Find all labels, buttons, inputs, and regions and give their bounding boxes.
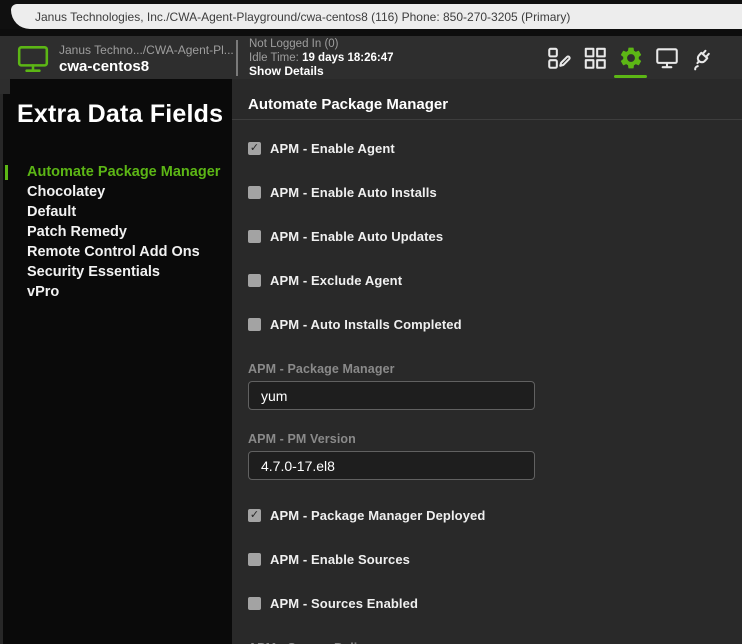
sidebar-item-patch-remedy[interactable]: Patch Remedy bbox=[0, 222, 232, 242]
computer-monitor-icon bbox=[16, 44, 50, 74]
checkbox[interactable] bbox=[248, 553, 261, 566]
checkbox-field-row: APM - Enable Sources bbox=[248, 553, 726, 566]
page-title: Automate Package Manager bbox=[232, 79, 742, 120]
header-toolbar bbox=[545, 44, 716, 71]
fields-form: APM - Enable Agent APM - Enable Auto Ins… bbox=[232, 120, 742, 644]
window-tab-title: Janus Technologies, Inc./CWA-Agent-Playg… bbox=[35, 10, 570, 24]
agent-block: Janus Techno.../CWA-Agent-Pl... cwa-cent… bbox=[16, 43, 234, 75]
settings-gear-icon[interactable] bbox=[617, 44, 644, 71]
checkbox-label: APM - Auto Installs Completed bbox=[270, 317, 462, 332]
logged-in-status: Not Logged In (0) bbox=[249, 38, 394, 52]
sidebar-list: Automate Package Manager Chocolatey Defa… bbox=[0, 162, 232, 302]
checkbox[interactable] bbox=[248, 509, 261, 522]
checkbox-field-row: APM - Enable Auto Installs bbox=[248, 186, 726, 199]
idle-time-label: Idle Time: bbox=[249, 52, 299, 64]
checkbox-field-row: APM - Sources Enabled bbox=[248, 597, 726, 610]
checkbox-label: APM - Package Manager Deployed bbox=[270, 508, 485, 523]
field-label: APM - PM Version bbox=[248, 432, 726, 447]
sidebar-title: Extra Data Fields bbox=[17, 100, 232, 129]
checkbox-label: APM - Enable Sources bbox=[270, 552, 410, 567]
checkbox-label: APM - Enable Auto Updates bbox=[270, 229, 443, 244]
checkbox-label: APM - Enable Auto Installs bbox=[270, 185, 437, 200]
checkbox[interactable] bbox=[248, 230, 261, 243]
status-block: Not Logged In (0) Idle Time: 19 days 18:… bbox=[249, 38, 394, 79]
window-tab[interactable]: Janus Technologies, Inc./CWA-Agent-Playg… bbox=[11, 4, 742, 29]
sidebar-item-automate-package-manager[interactable]: Automate Package Manager bbox=[0, 162, 232, 182]
text-field-group: APM - Package Manager bbox=[248, 362, 726, 410]
text-field-group: APM - PM Version bbox=[248, 432, 726, 480]
corner-notch bbox=[0, 79, 10, 94]
breadcrumb: Janus Techno.../CWA-Agent-Pl... bbox=[59, 43, 234, 58]
checkbox-label: APM - Enable Agent bbox=[270, 141, 395, 156]
window-tab-bar: Janus Technologies, Inc./CWA-Agent-Playg… bbox=[0, 0, 742, 29]
edit-fields-icon[interactable] bbox=[545, 44, 572, 71]
idle-time-value: 19 days 18:26:47 bbox=[302, 52, 393, 64]
field-label: APM - Package Manager bbox=[248, 362, 726, 377]
sidebar-item-remote-control-add-ons[interactable]: Remote Control Add Ons bbox=[0, 242, 232, 262]
sidebar-item-default[interactable]: Default bbox=[0, 202, 232, 222]
sidebar-item-security-essentials[interactable]: Security Essentials bbox=[0, 262, 232, 282]
app-header: Janus Techno.../CWA-Agent-Pl... cwa-cent… bbox=[0, 36, 742, 79]
checkbox-field-row: APM - Enable Auto Updates bbox=[248, 230, 726, 243]
sidebar: Extra Data Fields Automate Package Manag… bbox=[0, 79, 232, 644]
header-divider bbox=[236, 40, 238, 76]
checkbox[interactable] bbox=[248, 274, 261, 287]
pm-version-input[interactable] bbox=[248, 451, 535, 480]
checkbox-field-row: APM - Auto Installs Completed bbox=[248, 318, 726, 331]
checkbox-label: APM - Exclude Agent bbox=[270, 273, 402, 288]
sidebar-item-chocolatey[interactable]: Chocolatey bbox=[0, 182, 232, 202]
package-manager-input[interactable] bbox=[248, 381, 535, 410]
power-plug-icon[interactable] bbox=[689, 44, 716, 71]
checkbox-label: APM - Sources Enabled bbox=[270, 596, 418, 611]
sidebar-item-vpro[interactable]: vPro bbox=[0, 282, 232, 302]
window-left-edge bbox=[0, 79, 3, 644]
checkbox[interactable] bbox=[248, 186, 261, 199]
checkbox[interactable] bbox=[248, 597, 261, 610]
main-panel: Automate Package Manager APM - Enable Ag… bbox=[232, 79, 742, 644]
checkbox[interactable] bbox=[248, 142, 261, 155]
agent-name: cwa-centos8 bbox=[59, 58, 234, 75]
remote-monitor-icon[interactable] bbox=[653, 44, 680, 71]
checkbox-field-row: APM - Package Manager Deployed bbox=[248, 509, 726, 522]
apps-grid-icon[interactable] bbox=[581, 44, 608, 71]
checkbox-field-row: APM - Enable Agent bbox=[248, 142, 726, 155]
checkbox[interactable] bbox=[248, 318, 261, 331]
show-details-link[interactable]: Show Details bbox=[249, 65, 394, 79]
checkbox-field-row: APM - Exclude Agent bbox=[248, 274, 726, 287]
